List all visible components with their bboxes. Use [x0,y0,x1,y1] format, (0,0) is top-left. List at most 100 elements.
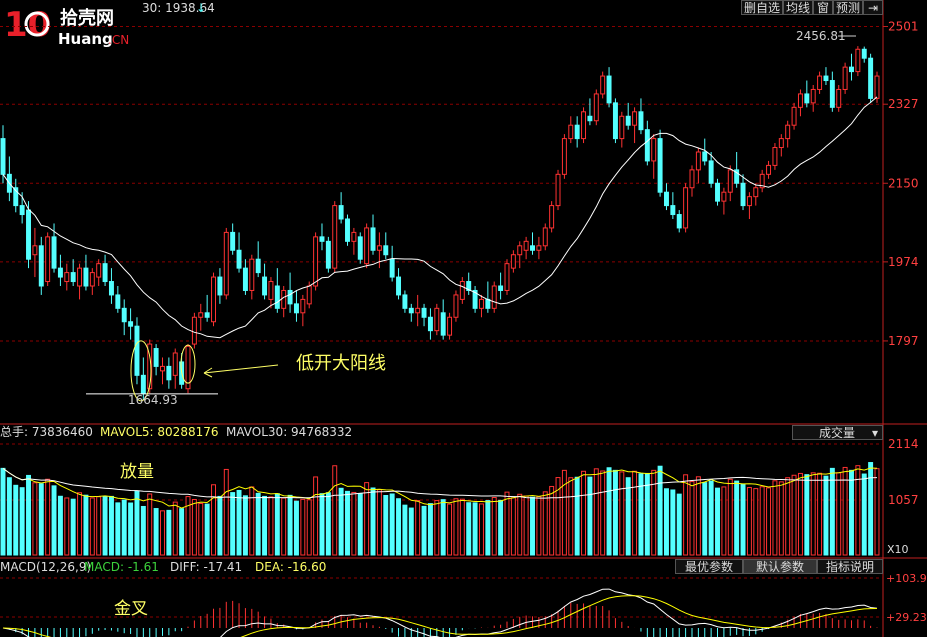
volume-bar [396,498,402,556]
volume-tick-label: 2114 [888,437,919,451]
optimal-params-button[interactable]: 最优参数 [675,559,743,574]
candle-body [57,267,63,278]
volume-bar [663,488,669,556]
candle-body [555,173,561,207]
candle-body [855,48,861,73]
volume-bar [759,486,765,556]
volume-annotation: 放量 [120,462,154,482]
candle-body [313,236,319,287]
candle-body [77,267,83,287]
candle-body [810,88,816,104]
exit-icon[interactable]: ⇥ [863,0,883,15]
volume-bar [453,498,459,556]
candle-body [0,138,6,175]
volume-bar [89,497,95,556]
volume-bar [147,493,153,556]
remove-favorite-button[interactable]: 删自选 [741,0,783,15]
candle-body [612,102,618,140]
volume-bar [766,487,772,556]
volume-bar [498,499,504,556]
candle-body [83,267,89,287]
candle-body [102,263,108,283]
volume-bar [249,486,255,556]
candle-body [753,187,759,198]
volume-bar [96,496,102,556]
candle-body [593,93,599,122]
candle-body [478,298,484,309]
volume-bar [236,489,242,556]
candle-body [38,245,44,287]
candle-body [370,227,376,251]
candle-body [242,267,248,291]
price-tick-label: 1797 [888,334,919,348]
volume-bar [785,477,791,556]
volume-bar [510,497,516,556]
volume-bar [19,487,25,556]
stock-chart[interactable]: 2501 2327 2150 1974 1797 2114 1057 X10 +103.9 +29… [0,0,927,637]
volume-bar [357,493,363,556]
candle-body [160,365,165,372]
candle-body [849,66,854,73]
candle-body [434,307,440,332]
candle-body [766,164,772,175]
main-ma-arrow: ↓ [196,1,206,15]
candle-body [32,245,38,256]
volume-bar [45,478,51,556]
candle-body [306,285,312,305]
candle-body [727,169,733,193]
candle-body [638,111,644,131]
default-params-button[interactable]: 默认参数 [743,559,817,574]
candle-body [268,281,274,300]
window-button[interactable]: 窗 [813,0,833,15]
candle-body [402,294,408,309]
candle-body [376,245,382,251]
volume-bar [191,498,197,556]
candle-body [421,307,427,318]
volume-bar [274,493,280,556]
axis-labels: 2501 2327 2150 1974 1797 2114 1057 X10 +103.9 +29… [886,19,927,624]
candle-body [644,129,650,162]
volume-bar [389,493,395,556]
candle-body [345,218,350,242]
volume-bar [300,498,306,556]
indicator-dropdown[interactable]: 成交量 ▾ [792,425,883,440]
candle-body [606,75,612,104]
candle-body [874,75,880,99]
indicator-help-button[interactable]: 指标说明 [817,559,883,574]
volume-bar [128,502,134,556]
candle-body [89,272,95,287]
volume-bar [746,487,752,556]
volume-bar [293,500,299,556]
diff-value: DIFF: -17.41 [170,560,242,574]
candle-body [517,245,523,256]
candle-body [695,151,701,171]
candle-body [689,169,695,189]
candle-body [198,312,204,318]
volume-bar [849,469,854,556]
candle-body [115,294,121,309]
candle-body [861,48,867,59]
candle-body [128,321,134,327]
moving-average-button[interactable]: 均线 [783,0,813,15]
volume-bar [568,477,574,556]
candle-body [121,307,127,323]
volume-bar [651,469,657,556]
candle-body [440,312,446,336]
volume-bar [657,465,663,556]
candle-body [217,276,223,296]
candle-body [804,93,810,104]
candle-body [364,227,370,265]
volume-bar [13,484,19,556]
volume-bar [268,496,274,556]
candle-body [561,138,567,175]
candle-body [191,316,197,345]
forecast-button[interactable]: 预测 [833,0,863,15]
volume-bar [51,485,57,556]
candle-body [338,205,344,220]
candle-body [427,316,433,332]
volume-bar [536,496,542,556]
candle-body [204,312,210,318]
volume-bar [6,477,12,556]
volume-bar [440,499,446,556]
volume-bar [255,492,261,556]
